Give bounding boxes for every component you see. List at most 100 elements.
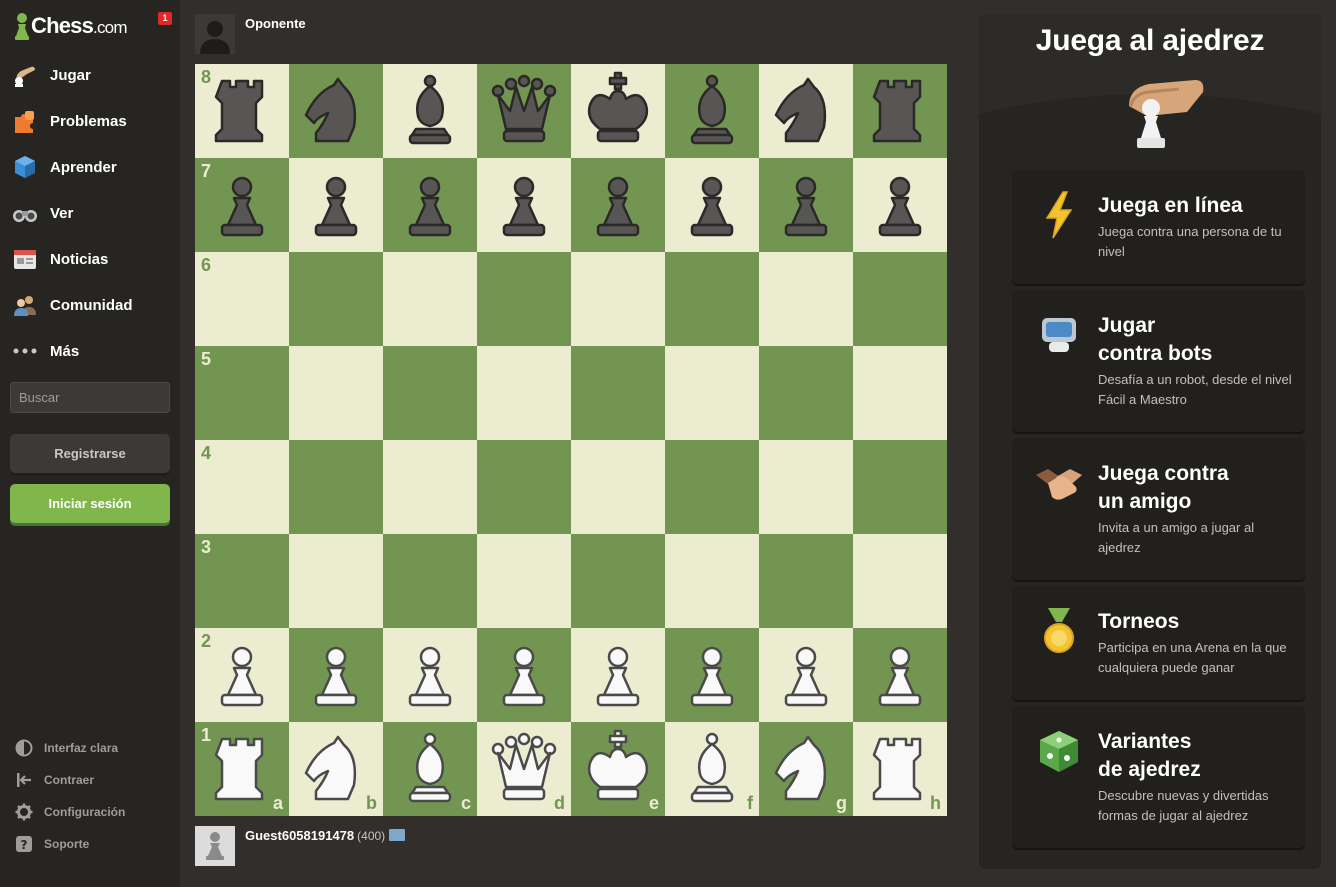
square-h4[interactable] [853,440,947,534]
login-button[interactable]: Iniciar sesión [10,484,170,523]
square-a3[interactable]: 3 [195,534,289,628]
square-f6[interactable] [665,252,759,346]
register-button[interactable]: Registrarse [10,434,170,473]
square-e4[interactable] [571,440,665,534]
white-rook-icon[interactable] [202,729,282,809]
footer-item-support[interactable]: ? Soporte [0,828,180,860]
square-g8[interactable] [759,64,853,158]
square-g5[interactable] [759,346,853,440]
square-d8[interactable] [477,64,571,158]
square-b7[interactable] [289,158,383,252]
square-c6[interactable] [383,252,477,346]
square-g4[interactable] [759,440,853,534]
footer-item-settings[interactable]: Configuración [0,796,180,828]
square-f2[interactable] [665,628,759,722]
white-knight-icon[interactable] [296,729,376,809]
square-f7[interactable] [665,158,759,252]
self-avatar[interactable] [195,826,235,866]
square-b1[interactable]: b [289,722,383,816]
square-d2[interactable] [477,628,571,722]
white-knight-icon[interactable] [766,729,846,809]
square-h2[interactable] [853,628,947,722]
square-f4[interactable] [665,440,759,534]
card-play-friend[interactable]: Juega contra un amigo Invita a un amigo a… [1012,438,1305,580]
square-d3[interactable] [477,534,571,628]
black-pawn-icon[interactable] [390,165,470,245]
square-e5[interactable] [571,346,665,440]
white-pawn-icon[interactable] [202,635,282,715]
square-e1[interactable]: e [571,722,665,816]
nav-item-comunidad[interactable]: Comunidad [0,282,180,328]
black-queen-icon[interactable] [484,71,564,151]
square-d4[interactable] [477,440,571,534]
square-d1[interactable]: d [477,722,571,816]
square-d5[interactable] [477,346,571,440]
opponent-avatar[interactable] [195,14,235,54]
white-pawn-icon[interactable] [578,635,658,715]
footer-item-collapse[interactable]: Contraer [0,764,180,796]
white-bishop-icon[interactable] [390,729,470,809]
square-f8[interactable] [665,64,759,158]
square-c1[interactable]: c [383,722,477,816]
square-a7[interactable]: 7 [195,158,289,252]
square-f1[interactable]: f [665,722,759,816]
square-c5[interactable] [383,346,477,440]
square-a5[interactable]: 5 [195,346,289,440]
square-b2[interactable] [289,628,383,722]
square-g3[interactable] [759,534,853,628]
square-g2[interactable] [759,628,853,722]
black-pawn-icon[interactable] [296,165,376,245]
nav-item-jugar[interactable]: Jugar [0,52,180,98]
card-tournaments[interactable]: Torneos Participa en una Arena en la que… [1012,586,1305,700]
card-variants[interactable]: Variantes de ajedrez Descubre nuevas y di… [1012,706,1305,848]
square-g1[interactable]: g [759,722,853,816]
white-pawn-icon[interactable] [484,635,564,715]
square-a2[interactable]: 2 [195,628,289,722]
white-king-icon[interactable] [578,729,658,809]
white-pawn-icon[interactable] [860,635,940,715]
square-a8[interactable]: 8 [195,64,289,158]
chess-logo[interactable]: Chess.com [14,10,127,42]
square-g6[interactable] [759,252,853,346]
square-e6[interactable] [571,252,665,346]
square-h7[interactable] [853,158,947,252]
square-h1[interactable]: h [853,722,947,816]
chess-board[interactable]: 87654321abcdefgh [195,64,947,816]
square-e3[interactable] [571,534,665,628]
square-b4[interactable] [289,440,383,534]
square-h5[interactable] [853,346,947,440]
black-pawn-icon[interactable] [766,165,846,245]
square-d7[interactable] [477,158,571,252]
square-d6[interactable] [477,252,571,346]
square-b6[interactable] [289,252,383,346]
square-a1[interactable]: 1a [195,722,289,816]
black-rook-icon[interactable] [202,71,282,151]
black-knight-icon[interactable] [296,71,376,151]
nav-item-mas[interactable]: Más [0,328,180,374]
black-bishop-icon[interactable] [672,71,752,151]
square-b5[interactable] [289,346,383,440]
black-rook-icon[interactable] [860,71,940,151]
square-b8[interactable] [289,64,383,158]
black-pawn-icon[interactable] [484,165,564,245]
nav-item-noticias[interactable]: Noticias [0,236,180,282]
black-pawn-icon[interactable] [578,165,658,245]
black-pawn-icon[interactable] [860,165,940,245]
footer-item-light-ui[interactable]: Interfaz clara [0,732,180,764]
square-b3[interactable] [289,534,383,628]
square-c8[interactable] [383,64,477,158]
notification-badge[interactable]: 1 [158,12,172,25]
black-knight-icon[interactable] [766,71,846,151]
white-pawn-icon[interactable] [390,635,470,715]
square-e7[interactable] [571,158,665,252]
search-input[interactable] [10,382,170,413]
square-h3[interactable] [853,534,947,628]
black-king-icon[interactable] [578,71,658,151]
square-f5[interactable] [665,346,759,440]
square-c4[interactable] [383,440,477,534]
square-c2[interactable] [383,628,477,722]
square-a4[interactable]: 4 [195,440,289,534]
white-pawn-icon[interactable] [296,635,376,715]
black-bishop-icon[interactable] [390,71,470,151]
nav-item-ver[interactable]: Ver [0,190,180,236]
